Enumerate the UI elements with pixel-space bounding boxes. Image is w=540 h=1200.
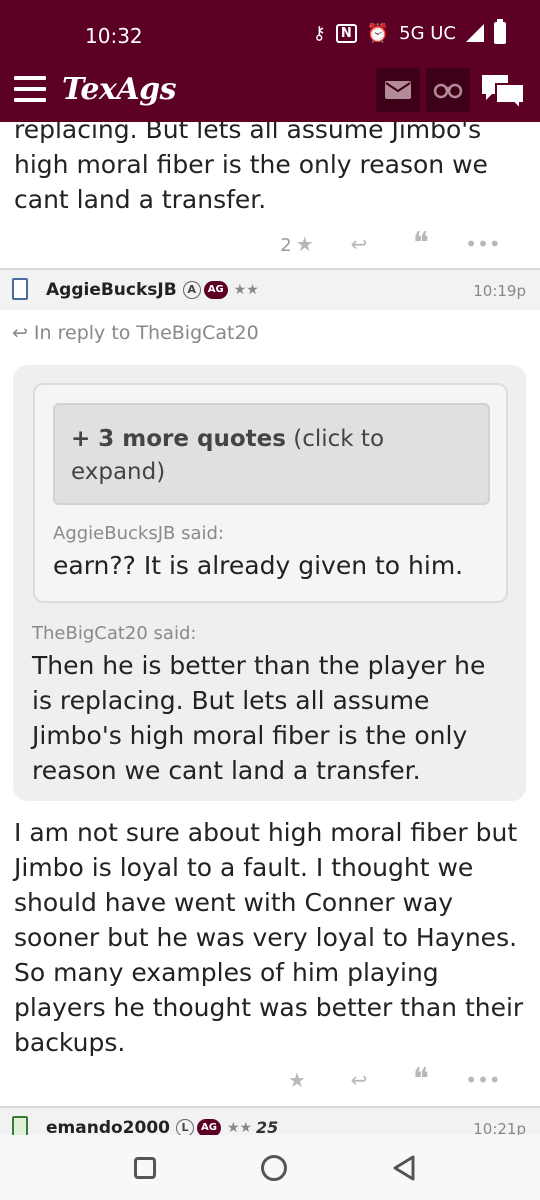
quote-text: earn?? It is already given to him. — [53, 551, 464, 580]
quote-button[interactable]: ❝ — [390, 226, 452, 261]
more-button[interactable]: ••• — [452, 232, 514, 256]
nfc-icon: N — [335, 23, 357, 43]
chat-icon — [482, 75, 525, 112]
quote-text: Then he is better than the player he is … — [32, 651, 486, 785]
post-author[interactable]: AggieBucksJB A AG ★★ — [46, 280, 259, 300]
recents-button[interactable] — [134, 1157, 156, 1179]
status-icons: ⚷ N ⏰ 5G UC — [312, 19, 506, 44]
reply-button[interactable]: ↩ — [328, 232, 390, 256]
rank-number: 25 — [256, 1118, 279, 1135]
quote-icon: ❝ — [412, 1062, 430, 1097]
battery-icon — [494, 19, 506, 44]
author-name[interactable]: AggieBucksJB — [46, 280, 177, 300]
previous-post-actions: 2 ★ ↩ ❝ ••• — [266, 226, 514, 261]
menu-button[interactable] — [14, 76, 46, 102]
quote-author: TheBigCat20 said: — [32, 623, 197, 644]
quote-block: + 3 more quotes (click to expand) AggieB… — [13, 365, 526, 801]
more-icon: ••• — [465, 1067, 501, 1092]
thread-content: replacing. But lets all assume Jimbo's h… — [0, 122, 540, 1135]
status-time: 10:32 — [85, 24, 143, 48]
mail-button[interactable] — [376, 68, 420, 112]
nested-quote: + 3 more quotes (click to expand) AggieB… — [33, 383, 508, 603]
expand-quotes-button[interactable]: + 3 more quotes (click to expand) — [53, 403, 490, 505]
menu-bar — [14, 76, 46, 80]
system-nav-bar — [0, 1135, 540, 1200]
binoculars-icon — [433, 83, 463, 99]
mail-icon — [385, 81, 411, 99]
quote-button[interactable]: ❝ — [390, 1062, 452, 1097]
ag-badge: AG — [203, 281, 228, 299]
more-button[interactable]: ••• — [452, 1068, 514, 1092]
quote-author: AggieBucksJB said: — [53, 523, 224, 544]
level-badge: A — [182, 281, 201, 299]
author-name[interactable]: emando2000 — [46, 1118, 170, 1135]
star-icon: ★ — [288, 1067, 306, 1092]
more-icon: ••• — [465, 231, 501, 256]
chat-button[interactable] — [480, 72, 526, 112]
post-header: emando2000 L AG ★★ 25 10:21p — [0, 1106, 540, 1135]
reply-to-link[interactable]: ↩ In reply to TheBigCat20 — [12, 322, 259, 344]
post-body: I am not sure about high moral fiber but… — [14, 818, 524, 1057]
star-icon: ★ — [295, 231, 314, 256]
ag-badge: AG — [196, 1119, 221, 1135]
reply-icon: ↩ — [350, 231, 368, 256]
post-time: 10:21p — [473, 1120, 526, 1135]
reply-to-label: In reply to TheBigCat20 — [33, 322, 259, 344]
alarm-icon: ⏰ — [366, 22, 390, 44]
reply-button[interactable]: ↩ — [328, 1068, 390, 1092]
signal-icon — [466, 24, 484, 42]
post-author[interactable]: emando2000 L AG ★★ 25 — [46, 1118, 278, 1135]
post-header: AggieBucksJB A AG ★★ 10:19p — [0, 268, 540, 310]
reply-arrow-icon: ↩ — [12, 322, 28, 344]
back-button[interactable] — [392, 1155, 416, 1181]
rank-stars: ★★ — [226, 1120, 253, 1135]
quote-icon: ❝ — [412, 226, 430, 261]
star-button[interactable]: ★ — [266, 1068, 328, 1092]
post-actions: ★ ↩ ❝ ••• — [266, 1062, 514, 1097]
menu-bar — [14, 98, 46, 102]
rank-stars: ★★ — [233, 282, 259, 298]
post-time: 10:19p — [473, 282, 526, 300]
mobile-device-icon — [12, 1116, 28, 1135]
network-label: 5G UC — [399, 22, 456, 44]
app-header: 10:32 ⚷ N ⏰ 5G UC TexAgs — [0, 0, 540, 122]
status-bar: 10:32 ⚷ N ⏰ 5G UC — [0, 0, 540, 70]
star-button[interactable]: 2 ★ — [266, 232, 328, 256]
star-count: 2 — [280, 234, 292, 256]
binoculars-button[interactable] — [426, 68, 470, 112]
user-device-icon — [12, 278, 28, 300]
more-quotes-count: + 3 more quotes — [71, 426, 286, 452]
reply-icon: ↩ — [350, 1067, 368, 1092]
home-button[interactable] — [261, 1155, 287, 1181]
key-icon: ⚷ — [312, 22, 326, 44]
previous-post-text: replacing. But lets all assume Jimbo's h… — [14, 122, 488, 214]
site-logo[interactable]: TexAgs — [62, 72, 177, 107]
menu-bar — [14, 87, 46, 91]
level-badge: L — [175, 1119, 194, 1135]
